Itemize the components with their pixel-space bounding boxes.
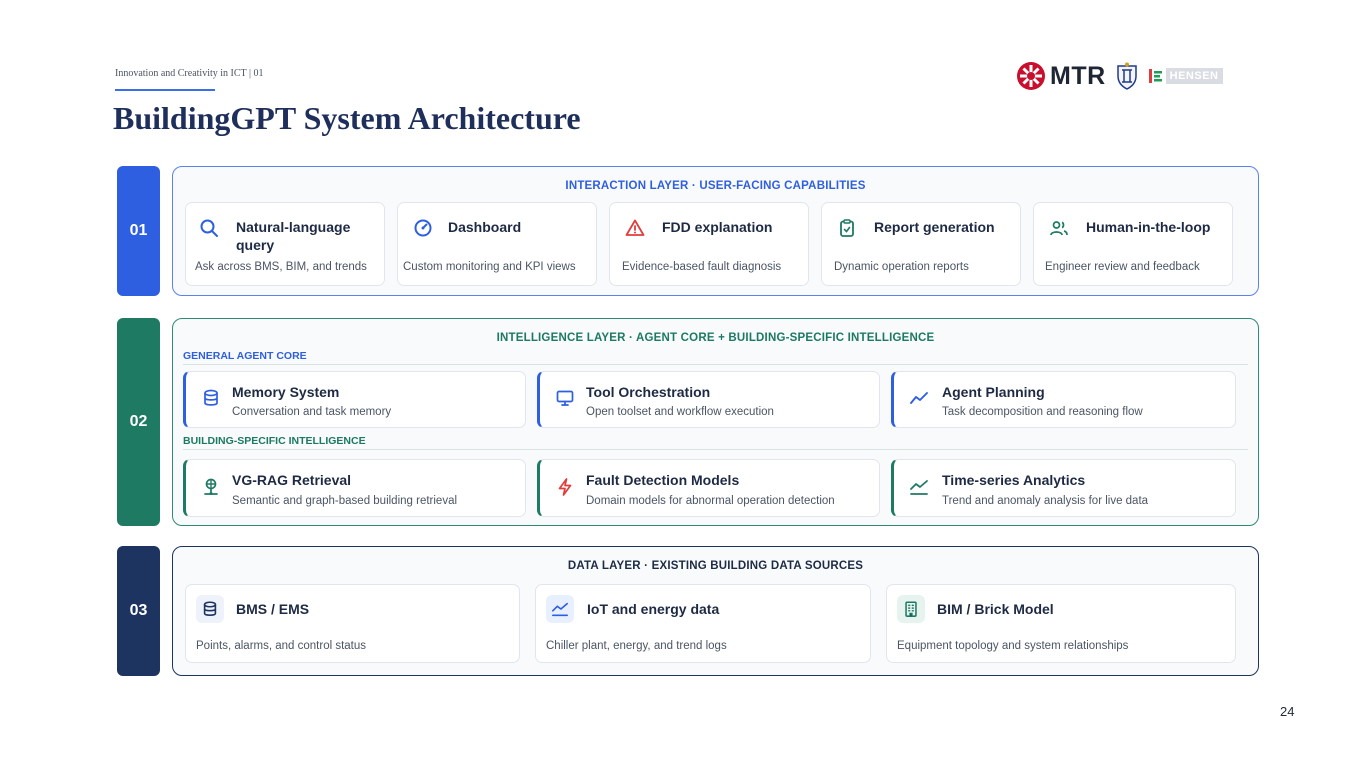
card-description: Conversation and task memory: [232, 406, 392, 418]
card-title: Memory System: [232, 384, 340, 400]
card-description: Open toolset and workflow execution: [586, 406, 774, 418]
card-description: Domain models for abnormal operation det…: [586, 495, 835, 507]
layer-03-number: 03: [117, 546, 160, 676]
card-title: Dashboard: [448, 219, 522, 235]
intelligence-layer-panel: INTELLIGENCE LAYER · AGENT CORE + BUILDI…: [172, 318, 1259, 526]
clipboard-icon: [836, 217, 858, 239]
page-number: 24: [1280, 704, 1295, 719]
card-description: Ask across BMS, BIM, and trends: [195, 261, 367, 273]
users-icon: [1048, 217, 1070, 239]
trend-icon: [908, 387, 930, 409]
card-description: Equipment topology and system relationsh…: [897, 640, 1129, 652]
card-description: Custom monitoring and KPI views: [403, 261, 576, 273]
card-description: Chiller plant, energy, and trend logs: [546, 640, 727, 652]
page-title: BuildingGPT System Architecture: [113, 100, 581, 136]
card-dashboard: Dashboard Custom monitoring and KPI view…: [397, 202, 597, 286]
card-description: Engineer review and feedback: [1045, 261, 1200, 273]
card-report-generation: Report generation Dynamic operation repo…: [821, 202, 1021, 286]
network-icon: [200, 476, 222, 498]
card-description: Semantic and graph-based building retrie…: [232, 495, 458, 507]
interaction-layer-panel: INTERACTION LAYER · USER-FACING CAPABILI…: [172, 166, 1259, 296]
logo-group: MTR HENSEN: [1016, 58, 1223, 94]
card-title: Time-series Analytics: [942, 472, 1086, 488]
card-title: IoT and energy data: [587, 601, 720, 617]
slide-kicker: Innovation and Creativity in ICT | 01: [115, 68, 264, 79]
card-bim-brick-model: BIM / Brick Model Equipment topology and…: [886, 584, 1236, 663]
hensen-mark-icon: [1148, 69, 1162, 83]
gauge-icon: [412, 217, 434, 239]
hensen-logo: HENSEN: [1148, 67, 1223, 85]
database-icon: [200, 387, 222, 409]
card-title: Tool Orchestration: [586, 384, 711, 400]
layer-02-number: 02: [117, 318, 160, 526]
card-title: FDD explanation: [662, 219, 773, 235]
search-icon: [198, 217, 220, 239]
kicker-underline: [115, 89, 215, 91]
building-specific-intelligence-label: BUILDING-SPECIFIC INTELLIGENCE: [183, 435, 366, 447]
card-tool-orchestration: Tool Orchestration Open toolset and work…: [537, 371, 880, 428]
university-crest-icon: [1116, 62, 1137, 90]
card-description: Evidence-based fault diagnosis: [622, 261, 782, 273]
section-divider: [183, 449, 1248, 450]
card-title: BMS / EMS: [236, 601, 310, 617]
layer-01-number: 01: [117, 166, 160, 296]
card-memory-system: Memory System Conversation and task memo…: [183, 371, 526, 428]
interaction-layer-title: INTERACTION LAYER · USER-FACING CAPABILI…: [565, 180, 866, 192]
mtr-logo: MTR: [1016, 61, 1106, 91]
data-layer-panel: DATA LAYER · EXISTING BUILDING DATA SOUR…: [172, 546, 1259, 676]
monitor-icon: [554, 387, 576, 409]
card-iot-energy-data: IoT and energy data Chiller plant, energ…: [535, 584, 871, 663]
card-title: Natural-language query: [236, 219, 351, 253]
general-agent-core-label: GENERAL AGENT CORE: [183, 350, 307, 362]
card-time-series-analytics: Time-series Analytics Trend and anomaly …: [891, 459, 1236, 517]
lightning-icon: [554, 476, 576, 498]
database-icon: [196, 595, 224, 623]
card-title: BIM / Brick Model: [937, 601, 1054, 617]
card-bms-ems: BMS / EMS Points, alarms, and control st…: [185, 584, 520, 663]
card-vg-rag-retrieval: VG-RAG Retrieval Semantic and graph-base…: [183, 459, 526, 517]
mtr-logo-text: MTR: [1050, 61, 1106, 90]
card-description: Dynamic operation reports: [834, 261, 969, 273]
card-title: VG-RAG Retrieval: [232, 472, 352, 488]
card-title: Human-in-the-loop: [1086, 219, 1211, 235]
data-layer-title: DATA LAYER · EXISTING BUILDING DATA SOUR…: [567, 560, 864, 572]
card-description: Points, alarms, and control status: [196, 640, 367, 652]
intelligence-layer-title: INTELLIGENCE LAYER · AGENT CORE + BUILDI…: [496, 332, 935, 344]
card-fdd-explanation: FDD explanation Evidence-based fault dia…: [609, 202, 809, 286]
card-description: Trend and anomaly analysis for live data: [942, 495, 1149, 507]
section-divider: [183, 364, 1248, 365]
card-agent-planning: Agent Planning Task decomposition and re…: [891, 371, 1236, 428]
card-natural-language-query: Natural-language query Ask across BMS, B…: [185, 202, 385, 286]
hensen-logo-text: HENSEN: [1165, 68, 1223, 84]
mtr-symbol-icon: [1017, 62, 1045, 90]
card-title: Agent Planning: [942, 384, 1045, 400]
building-icon: [897, 595, 925, 623]
card-description: Task decomposition and reasoning flow: [942, 406, 1143, 418]
warning-icon: [624, 217, 646, 239]
card-title: Report generation: [874, 219, 995, 235]
card-human-in-the-loop: Human-in-the-loop Engineer review and fe…: [1033, 202, 1233, 286]
card-title: Fault Detection Models: [586, 472, 740, 488]
card-fault-detection-models: Fault Detection Models Domain models for…: [537, 459, 880, 517]
area-chart-icon: [546, 595, 574, 623]
area-chart-icon: [908, 476, 930, 498]
